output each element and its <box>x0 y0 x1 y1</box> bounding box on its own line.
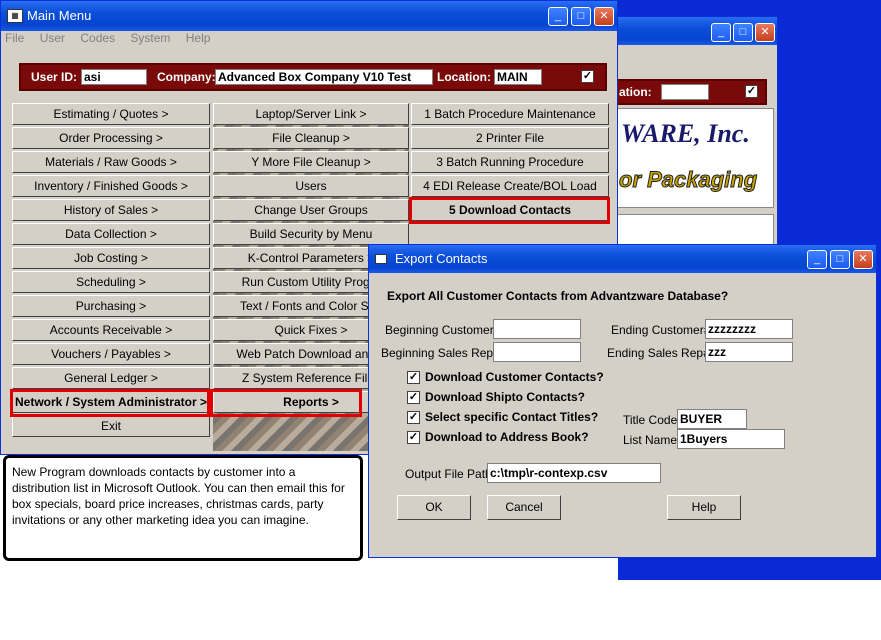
company-logo: WARE, Inc. or Packaging <box>614 108 774 208</box>
close-icon[interactable]: ✕ <box>755 23 775 42</box>
menu-button-accounts-receivable[interactable]: Accounts Receivable > <box>12 319 210 341</box>
menu-system[interactable]: System <box>130 31 170 45</box>
minimize-icon[interactable]: _ <box>548 7 568 26</box>
user-id-field[interactable]: asi <box>81 69 147 85</box>
menu-button-materials-raw-goods[interactable]: Materials / Raw Goods > <box>12 151 210 173</box>
maximize-icon[interactable]: □ <box>571 7 591 26</box>
begin-rep-label: Beginning Sales Rep#: <box>381 346 504 360</box>
menu-button-change-user-groups[interactable]: Change User Groups <box>213 199 409 221</box>
checkbox[interactable]: ✓ <box>745 85 758 98</box>
customer-contacts-checkbox[interactable]: ✓ <box>407 371 420 384</box>
menu-button-laptop-server-link[interactable]: Laptop/Server Link > <box>213 103 409 125</box>
highlight-reports <box>210 389 362 417</box>
dialog-icon <box>375 254 387 264</box>
begin-customer-label: Beginning Customer#: <box>385 323 504 337</box>
list-name-label: List Name: <box>623 433 681 447</box>
begin-customer-input[interactable] <box>493 319 581 339</box>
export-contacts-dialog[interactable]: Export Contacts _ □ ✕ Export All Custome… <box>368 244 877 558</box>
dialog-titlebar[interactable]: Export Contacts <box>369 245 876 273</box>
user-id-label: User ID: <box>31 70 78 84</box>
minimize-icon[interactable]: _ <box>711 23 731 42</box>
menu-button-build-security-by-menu[interactable]: Build Security by Menu <box>213 223 409 245</box>
menu-bar: File User Codes System Help <box>5 31 222 49</box>
company-label: Company: <box>157 70 216 84</box>
end-customer-input[interactable]: zzzzzzzz <box>705 319 793 339</box>
menu-button-job-costing[interactable]: Job Costing > <box>12 247 210 269</box>
location-label: ation: <box>619 85 652 99</box>
address-book-checkbox[interactable]: ✓ <box>407 431 420 444</box>
menu-button-exit[interactable]: Exit <box>12 415 210 437</box>
description-note: New Program downloads contacts by custom… <box>3 455 363 561</box>
menu-button-y-more-file-cleanup[interactable]: Y More File Cleanup > <box>213 151 409 173</box>
dialog-title: Export Contacts <box>395 251 488 266</box>
menu-button-purchasing[interactable]: Purchasing > <box>12 295 210 317</box>
address-book-label: Download to Address Book? <box>425 430 589 444</box>
menu-button-order-processing[interactable]: Order Processing > <box>12 127 210 149</box>
shipto-contacts-checkbox[interactable]: ✓ <box>407 391 420 404</box>
cancel-button[interactable]: Cancel <box>487 495 561 520</box>
ok-button[interactable]: OK <box>397 495 471 520</box>
decorative-box <box>614 214 774 248</box>
logo-line2: or Packaging <box>618 167 758 193</box>
menu-button-users[interactable]: Users <box>213 175 409 197</box>
minimize-icon[interactable]: _ <box>807 250 827 269</box>
highlight-download-contacts <box>409 197 610 224</box>
contact-titles-checkbox[interactable]: ✓ <box>407 411 420 424</box>
window-title: Main Menu <box>27 8 92 23</box>
title-code-label: Title Code: <box>623 413 681 427</box>
title-code-input[interactable]: BUYER <box>677 409 747 429</box>
menu-codes[interactable]: Codes <box>80 31 115 45</box>
menu-button-data-collection[interactable]: Data Collection > <box>12 223 210 245</box>
end-rep-input[interactable]: zzz <box>705 342 793 362</box>
menu-button-history-of-sales[interactable]: History of Sales > <box>12 199 210 221</box>
logo-line1: WARE, Inc. <box>621 119 750 148</box>
begin-rep-input[interactable] <box>493 342 581 362</box>
menu-button-vouchers-payables[interactable]: Vouchers / Payables > <box>12 343 210 365</box>
maximize-icon[interactable]: □ <box>733 23 753 42</box>
output-path-input[interactable]: c:\tmp\r-contexp.csv <box>487 463 661 483</box>
header-checkbox[interactable]: ✓ <box>581 70 594 83</box>
menu-button-1-batch-procedure-maintenance[interactable]: 1 Batch Procedure Maintenance <box>411 103 609 125</box>
close-icon[interactable]: ✕ <box>594 7 614 26</box>
menu-user[interactable]: User <box>40 31 65 45</box>
end-customer-label: Ending Customer#: <box>611 323 714 337</box>
menu-help[interactable]: Help <box>186 31 211 45</box>
menu-button-4-edi-release-create-bol-load[interactable]: 4 EDI Release Create/BOL Load <box>411 175 609 197</box>
menu-button-file-cleanup[interactable]: File Cleanup > <box>213 127 409 149</box>
output-path-label: Output File Path: <box>405 467 496 481</box>
menu-button-estimating-quotes[interactable]: Estimating / Quotes > <box>12 103 210 125</box>
menu-button-inventory-finished-goods[interactable]: Inventory / Finished Goods > <box>12 175 210 197</box>
help-button[interactable]: Help <box>667 495 741 520</box>
shipto-contacts-label: Download Shipto Contacts? <box>425 390 585 404</box>
app-icon: ▦ <box>7 9 23 23</box>
menu-button-scheduling[interactable]: Scheduling > <box>12 271 210 293</box>
end-rep-label: Ending Sales Rep#: <box>607 346 714 360</box>
close-icon[interactable]: ✕ <box>853 250 873 269</box>
customer-contacts-label: Download Customer Contacts? <box>425 370 604 384</box>
location-label: Location: <box>437 70 491 84</box>
list-name-input[interactable]: 1Buyers <box>677 429 785 449</box>
menu-file[interactable]: File <box>5 31 24 45</box>
highlight-network-admin <box>10 389 210 417</box>
main-menu-titlebar[interactable]: Main Menu <box>1 1 617 31</box>
location-field[interactable]: MAIN <box>494 69 542 85</box>
menu-button-2-printer-file[interactable]: 2 Printer File <box>411 127 609 149</box>
location-field[interactable] <box>661 84 709 100</box>
menu-button-general-ledger[interactable]: General Ledger > <box>12 367 210 389</box>
dialog-heading: Export All Customer Contacts from Advant… <box>387 289 729 303</box>
company-field[interactable]: Advanced Box Company V10 Test <box>215 69 433 85</box>
contact-titles-label: Select specific Contact Titles? <box>425 410 599 424</box>
maximize-icon[interactable]: □ <box>830 250 850 269</box>
menu-button-3-batch-running-procedure[interactable]: 3 Batch Running Procedure <box>411 151 609 173</box>
